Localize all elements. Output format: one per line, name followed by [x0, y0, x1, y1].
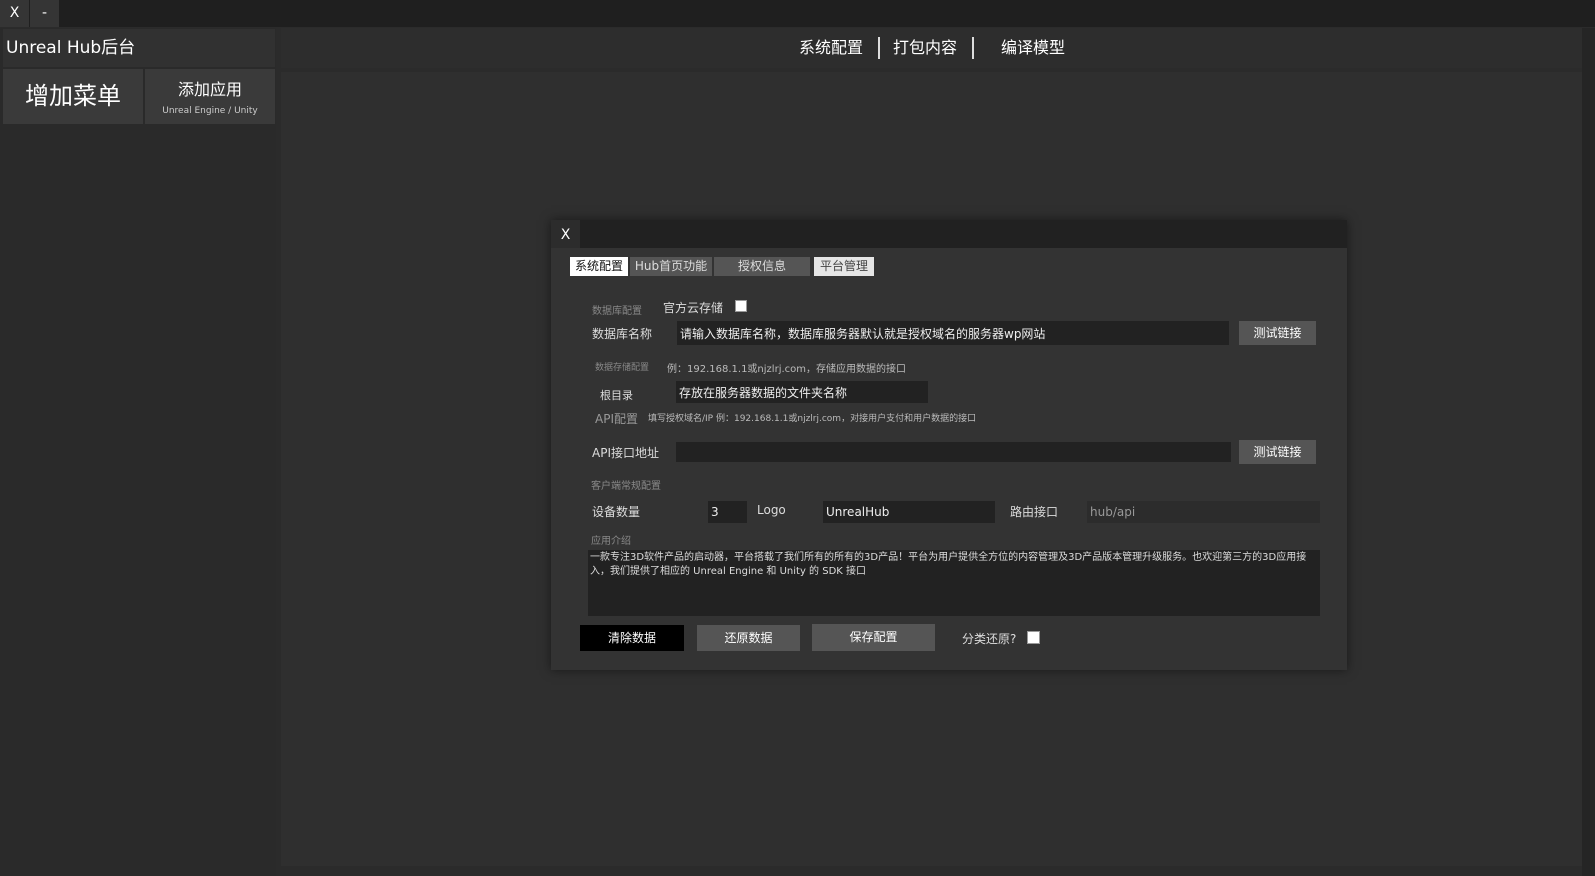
save-config-button[interactable]: 保存配置: [812, 624, 935, 651]
app-root: X - Unreal Hub后台 增加菜单 添加应用 Unreal Engine…: [0, 0, 1595, 876]
tab-system-config[interactable]: 系统配置: [570, 257, 628, 276]
category-restore-checkbox[interactable]: [1027, 631, 1040, 644]
category-restore-label: 分类还原?: [962, 632, 1017, 646]
add-menu-button[interactable]: 增加菜单: [3, 69, 143, 124]
api-section-label: API配置: [595, 412, 638, 426]
storage-section-label: 数据存储配置: [595, 363, 650, 373]
route-input[interactable]: [1087, 501, 1320, 523]
db-name-input[interactable]: [677, 321, 1229, 345]
tab-hub-home[interactable]: Hub首页功能: [630, 257, 712, 276]
nav-separator: [878, 37, 880, 59]
dialog-close-button[interactable]: X: [551, 220, 580, 248]
storage-hint: 例：192.168.1.1或njzlrj.com，存储应用数据的接口: [667, 364, 907, 375]
settings-dialog: X 系统配置 Hub首页功能 授权信息 平台管理 数据库配置 官方云存储 数据库…: [551, 220, 1347, 670]
root-dir-label: 根目录: [600, 389, 633, 402]
db-test-link-button[interactable]: 测试链接: [1239, 321, 1316, 345]
tab-platform-manage[interactable]: 平台管理: [814, 257, 874, 276]
sidebar: Unreal Hub后台 增加菜单 添加应用 Unreal Engine / U…: [0, 28, 276, 876]
db-name-label: 数据库名称: [592, 327, 653, 341]
cloud-storage-checkbox[interactable]: [735, 300, 747, 312]
clear-data-button[interactable]: 清除数据: [580, 625, 684, 651]
api-hint: 填写授权域名/IP 例：192.168.1.1或njzlrj.com，对接用户支…: [648, 414, 977, 424]
api-address-label: API接口地址: [592, 446, 659, 460]
add-app-label: 添加应用: [177, 80, 242, 99]
restore-data-button[interactable]: 还原数据: [697, 625, 800, 651]
nav-separator: [972, 37, 974, 59]
device-count-label: 设备数量: [592, 505, 641, 519]
app-title: Unreal Hub后台: [3, 29, 275, 67]
add-app-subtitle: Unreal Engine / Unity: [162, 106, 258, 116]
device-count-input[interactable]: [708, 501, 747, 523]
nav-system-config[interactable]: 系统配置: [799, 28, 863, 68]
route-label: 路由接口: [1010, 505, 1059, 519]
window-titlebar: X -: [0, 0, 1595, 27]
dialog-header: X: [551, 220, 1347, 248]
window-minimize-button[interactable]: -: [30, 0, 59, 27]
top-nav: 系统配置 打包内容 编译模型: [281, 28, 1582, 68]
root-dir-input[interactable]: [676, 381, 928, 403]
api-test-link-button[interactable]: 测试链接: [1239, 440, 1316, 464]
add-app-button[interactable]: 添加应用 Unreal Engine / Unity: [145, 69, 275, 124]
tab-license-info[interactable]: 授权信息: [714, 257, 810, 276]
right-scroll-track: [1582, 28, 1595, 876]
intro-label: 应用介绍: [591, 536, 631, 547]
nav-compile-model[interactable]: 编译模型: [1001, 28, 1065, 68]
intro-textarea[interactable]: 一款专注3D软件产品的启动器，平台搭载了我们所有的所有的3D产品！平台为用户提供…: [588, 550, 1320, 616]
db-section-label: 数据库配置: [592, 306, 642, 317]
cloud-storage-label: 官方云存储: [663, 301, 724, 315]
logo-label: Logo: [757, 503, 786, 517]
client-section-label: 客户端常规配置: [591, 481, 661, 492]
logo-input[interactable]: [823, 501, 995, 523]
window-close-button[interactable]: X: [0, 0, 29, 27]
api-address-input[interactable]: [676, 442, 1231, 462]
nav-packaging[interactable]: 打包内容: [893, 28, 957, 68]
